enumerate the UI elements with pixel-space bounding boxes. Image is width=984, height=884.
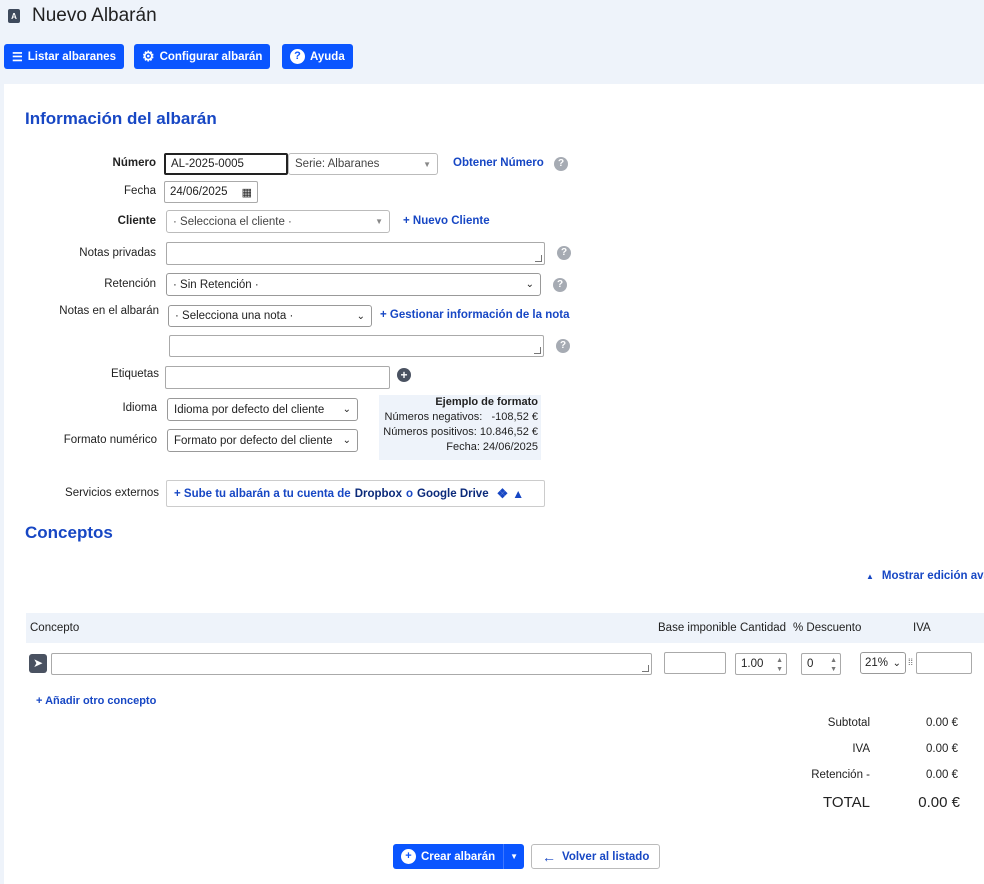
cliente-label: Cliente	[117, 215, 156, 227]
configure-albaran-button[interactable]: ⚙ Configurar albarán	[134, 44, 271, 69]
formato-select[interactable]: Formato por defecto del cliente ⌄	[167, 429, 358, 452]
cursor-select-icon[interactable]: ➤	[29, 654, 47, 673]
iva-extra-input[interactable]	[916, 652, 972, 674]
etiquetas-input[interactable]	[165, 366, 390, 389]
question-icon: ?	[290, 49, 305, 64]
notas-privadas-label: Notas privadas	[79, 247, 156, 259]
iva-total-label: IVA	[852, 743, 870, 755]
cantidad-input[interactable]: 1.00 ▲ ▼	[735, 653, 787, 675]
list-albaranes-button[interactable]: ☰ Listar albaranes	[4, 44, 124, 69]
idioma-select[interactable]: Idioma por defecto del cliente ⌄	[167, 398, 358, 421]
help-icon[interactable]: ?	[556, 339, 570, 353]
dropbox-icon: ❖	[496, 485, 509, 501]
col-concepto: Concepto	[30, 622, 80, 634]
crear-options-button[interactable]: ▼	[503, 844, 525, 869]
resize-handle[interactable]	[642, 665, 649, 672]
help-icon[interactable]: ?	[554, 157, 568, 171]
chevron-down-icon: ⌄	[342, 435, 351, 446]
subtotal-value: 0.00 €	[926, 717, 958, 729]
chevron-down-icon: ⌄	[356, 310, 365, 322]
conceptos-heading: Conceptos	[25, 523, 113, 542]
gestionar-nota-link[interactable]: + Gestionar información de la nota	[380, 309, 569, 321]
add-tag-icon[interactable]: +	[397, 368, 411, 382]
serie-select[interactable]: Serie: Albaranes ▼	[288, 153, 438, 175]
col-base-imponible: Base imponible	[658, 622, 737, 634]
formato-label: Formato numérico	[63, 434, 157, 446]
format-example-negative: Números negativos: -108,52 €	[384, 411, 538, 423]
document-a-icon: A	[8, 9, 20, 23]
retencion-select[interactable]: · Sin Retención · ⌄	[166, 273, 541, 296]
stepper-icon[interactable]: ▲ ▼	[830, 656, 837, 674]
retencion-total-label: Retención -	[811, 769, 870, 781]
stepper-icon[interactable]: ▲ ▼	[776, 656, 783, 674]
list-icon: ☰	[12, 49, 23, 64]
chevron-down-icon: ⌄	[892, 657, 901, 669]
etiquetas-label: Etiquetas	[111, 368, 159, 380]
format-example-title: Ejemplo de formato	[435, 396, 538, 408]
resize-handle[interactable]	[535, 255, 542, 262]
nota-textarea[interactable]	[169, 335, 544, 357]
cliente-select[interactable]: · Selecciona el cliente · ▼	[166, 210, 390, 233]
mostrar-edicion-link[interactable]: ▲Mostrar edición avanzada	[866, 570, 984, 582]
subtotal-label: Subtotal	[827, 717, 870, 729]
descuento-input[interactable]: 0 ▲ ▼	[801, 653, 841, 675]
caret-up-icon: ▲	[866, 572, 874, 581]
plus-circle-icon: +	[401, 849, 416, 864]
retencion-label: Retención	[104, 278, 156, 290]
obtener-numero-link[interactable]: Obtener Número	[453, 157, 544, 169]
nota-select[interactable]: · Selecciona una nota · ⌄	[168, 305, 372, 327]
drag-handle-icon[interactable]: ⁞⁞	[908, 657, 913, 667]
base-imponible-input[interactable]	[664, 652, 726, 674]
calendar-icon[interactable]: ▦	[242, 186, 252, 199]
iva-total-value: 0.00 €	[926, 743, 958, 755]
iva-select[interactable]: 21% ⌄	[860, 652, 906, 674]
total-label: TOTAL	[823, 794, 870, 811]
resize-handle[interactable]	[534, 347, 541, 354]
notas-albaran-label: Notas en el albarán	[59, 305, 159, 317]
help-icon[interactable]: ?	[557, 246, 571, 260]
add-concept-link[interactable]: + Añadir otro concepto	[36, 695, 156, 707]
fecha-label: Fecha	[124, 185, 156, 197]
chevron-down-icon: ⌄	[342, 404, 351, 415]
idioma-label: Idioma	[122, 402, 157, 414]
external-services-button[interactable]: + Sube tu albarán a tu cuenta de Dropbox…	[166, 480, 545, 507]
col-iva: IVA	[913, 622, 931, 634]
servicios-label: Servicios externos	[65, 487, 159, 499]
numero-label: Número	[112, 157, 156, 169]
page-title: Nuevo Albarán	[32, 5, 157, 26]
google-drive-icon: ▲	[512, 486, 525, 501]
fecha-input[interactable]: 24/06/2025 ▦	[164, 181, 258, 203]
col-cantidad: Cantidad	[740, 622, 787, 634]
col-descuento: % Descuento	[793, 622, 862, 634]
volver-listado-button[interactable]: ← Volver al listado	[531, 844, 661, 869]
gear-icon: ⚙	[142, 48, 155, 64]
format-example-date: Fecha: 24/06/2025	[446, 441, 538, 453]
format-example-positive: Números positivos: 10.846,52 €	[383, 426, 538, 438]
caret-down-icon: ▼	[510, 852, 519, 861]
chevron-down-icon: ▼	[423, 159, 431, 169]
total-value: 0.00 €	[918, 794, 960, 811]
help-icon[interactable]: ?	[553, 278, 567, 292]
help-button[interactable]: ? Ayuda	[282, 44, 353, 69]
chevron-down-icon: ▼	[375, 217, 383, 226]
arrow-left-icon: ←	[542, 848, 556, 865]
crear-albaran-button[interactable]: + Crear albarán	[393, 844, 504, 869]
retencion-total-value: 0.00 €	[926, 769, 958, 781]
concepto-textarea[interactable]	[51, 653, 652, 675]
notas-privadas-textarea[interactable]	[166, 242, 545, 265]
info-heading: Información del albarán	[25, 109, 217, 128]
numero-input[interactable]: AL-2025-0005	[164, 153, 288, 175]
chevron-down-icon: ⌄	[525, 279, 534, 290]
nuevo-cliente-link[interactable]: + Nuevo Cliente	[403, 215, 490, 227]
